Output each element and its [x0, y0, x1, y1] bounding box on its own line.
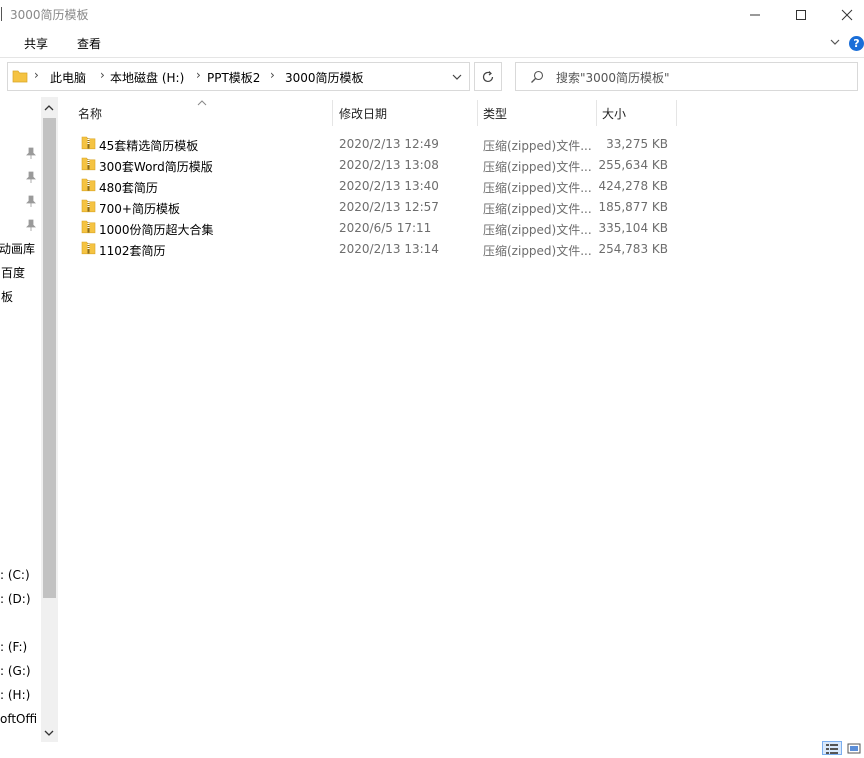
- nav-item[interactable]: 动画库: [0, 240, 35, 257]
- file-row[interactable]: 1102套简历 2020/2/13 13:14 压缩(zipped)文件... 254…: [74, 238, 678, 259]
- zip-folder-icon: [81, 220, 96, 234]
- breadcrumb-this-pc[interactable]: 此电脑: [50, 69, 86, 86]
- large-icons-view-button[interactable]: [845, 741, 864, 755]
- pin-icon[interactable]: [26, 147, 36, 159]
- address-dropdown-button[interactable]: [451, 71, 463, 86]
- search-icon: [531, 70, 544, 83]
- file-type: 压缩(zipped)文件...: [483, 244, 592, 258]
- scroll-up-button[interactable]: [43, 102, 55, 116]
- maximize-icon: [796, 10, 806, 20]
- file-size: 33,275 KB: [606, 137, 668, 151]
- ribbon-expand-button[interactable]: [829, 36, 841, 51]
- breadcrumb-separator: ›: [196, 68, 201, 82]
- minimize-button[interactable]: [732, 0, 778, 30]
- file-date: 2020/2/13 13:14: [339, 242, 439, 256]
- file-row[interactable]: 1000份简历超大合集 2020/6/5 17:11 压缩(zipped)文件...…: [74, 217, 678, 238]
- column-divider[interactable]: [676, 100, 677, 126]
- file-name: 45套精选简历模板: [99, 139, 199, 153]
- nav-item-drive-h[interactable]: : (H:): [0, 688, 30, 702]
- tab-view[interactable]: 查看: [77, 35, 101, 52]
- zip-folder-icon: [81, 199, 96, 213]
- nav-item[interactable]: oftOffi: [0, 712, 37, 726]
- search-input[interactable]: 搜索"3000简历模板": [515, 62, 858, 91]
- minimize-icon: [750, 14, 760, 16]
- pin-icon[interactable]: [26, 195, 36, 207]
- file-row[interactable]: 300套Word简历模版 2020/2/13 13:08 压缩(zipped)文件.…: [74, 154, 678, 175]
- folder-icon: [12, 70, 28, 83]
- chevron-up-icon: [44, 105, 54, 111]
- column-header-type[interactable]: 类型: [477, 100, 596, 126]
- zip-folder-icon: [81, 178, 96, 192]
- file-name: 1102套简历: [99, 244, 166, 258]
- title-separator: [1, 7, 2, 21]
- window-title: 3000简历模板: [10, 8, 89, 22]
- pin-icon[interactable]: [26, 219, 36, 231]
- file-type: 压缩(zipped)文件...: [483, 181, 592, 195]
- close-icon: [841, 9, 853, 21]
- file-name: 700+简历模板: [99, 202, 180, 216]
- refresh-icon: [482, 70, 494, 82]
- nav-item-drive-g[interactable]: : (G:): [0, 664, 31, 678]
- zip-folder-icon: [81, 157, 96, 171]
- breadcrumb-current[interactable]: 3000简历模板: [285, 69, 364, 86]
- file-name: 300套Word简历模版: [99, 160, 213, 174]
- file-row[interactable]: 700+简历模板 2020/2/13 12:57 压缩(zipped)文件... 18…: [74, 196, 678, 217]
- column-header-size[interactable]: 大小: [596, 100, 676, 126]
- refresh-button[interactable]: [474, 62, 502, 91]
- file-type: 压缩(zipped)文件...: [483, 223, 592, 237]
- column-header-date[interactable]: 修改日期: [333, 100, 477, 126]
- column-header-name[interactable]: 名称: [72, 100, 332, 126]
- zip-folder-icon: [81, 136, 96, 150]
- file-name: 480套简历: [99, 181, 158, 195]
- breadcrumb-ppt[interactable]: PPT模板2: [207, 69, 260, 86]
- file-date: 2020/2/13 12:49: [339, 137, 439, 151]
- maximize-button[interactable]: [778, 0, 824, 30]
- search-placeholder: 搜索"3000简历模板": [556, 71, 670, 85]
- nav-item[interactable]: 百度: [1, 264, 25, 281]
- breadcrumb-separator: ›: [100, 68, 105, 82]
- nav-item-drive-d[interactable]: : (D:): [0, 592, 31, 606]
- breadcrumb-separator: ›: [270, 68, 275, 82]
- ribbon: 共享 查看 ?: [0, 30, 864, 58]
- chevron-down-icon: [44, 730, 54, 736]
- file-date: 2020/2/13 13:40: [339, 179, 439, 193]
- nav-scrollbar-thumb[interactable]: [43, 118, 56, 598]
- large-icons-view-icon: [847, 743, 861, 754]
- file-size: 185,877 KB: [598, 200, 668, 214]
- file-size: 255,634 KB: [598, 158, 668, 172]
- file-type: 压缩(zipped)文件...: [483, 160, 592, 174]
- file-date: 2020/2/13 12:57: [339, 200, 439, 214]
- chevron-down-icon: [452, 74, 462, 80]
- title-bar: 3000简历模板: [0, 0, 864, 30]
- file-size: 254,783 KB: [598, 242, 668, 256]
- file-type: 压缩(zipped)文件...: [483, 202, 592, 216]
- chevron-down-icon: [830, 39, 840, 45]
- scroll-down-button[interactable]: [43, 727, 55, 741]
- pin-icon[interactable]: [26, 171, 36, 183]
- close-button[interactable]: [824, 0, 864, 30]
- nav-item[interactable]: 板: [1, 288, 13, 305]
- file-row[interactable]: 480套简历 2020/2/13 13:40 压缩(zipped)文件... 424,…: [74, 175, 678, 196]
- file-size: 424,278 KB: [598, 179, 668, 193]
- details-view-icon: [826, 744, 838, 754]
- details-view-button[interactable]: [822, 741, 842, 755]
- file-date: 2020/6/5 17:11: [339, 221, 432, 235]
- tab-share[interactable]: 共享: [24, 35, 48, 52]
- nav-item-drive-c[interactable]: : (C:): [0, 568, 30, 582]
- file-size: 335,104 KB: [598, 221, 668, 235]
- breadcrumb-drive-h[interactable]: 本地磁盘 (H:): [110, 69, 184, 86]
- help-icon[interactable]: ?: [849, 36, 864, 51]
- address-bar[interactable]: › 此电脑 › 本地磁盘 (H:) › PPT模板2 › 3000简历模板: [7, 62, 470, 91]
- zip-folder-icon: [81, 241, 96, 255]
- file-row[interactable]: 45套精选简历模板 2020/2/13 12:49 压缩(zipped)文件... 3…: [74, 133, 678, 154]
- file-type: 压缩(zipped)文件...: [483, 139, 592, 153]
- breadcrumb-separator: ›: [34, 68, 39, 82]
- file-name: 1000份简历超大合集: [99, 223, 214, 237]
- file-date: 2020/2/13 13:08: [339, 158, 439, 172]
- nav-item-drive-f[interactable]: : (F:): [0, 640, 27, 654]
